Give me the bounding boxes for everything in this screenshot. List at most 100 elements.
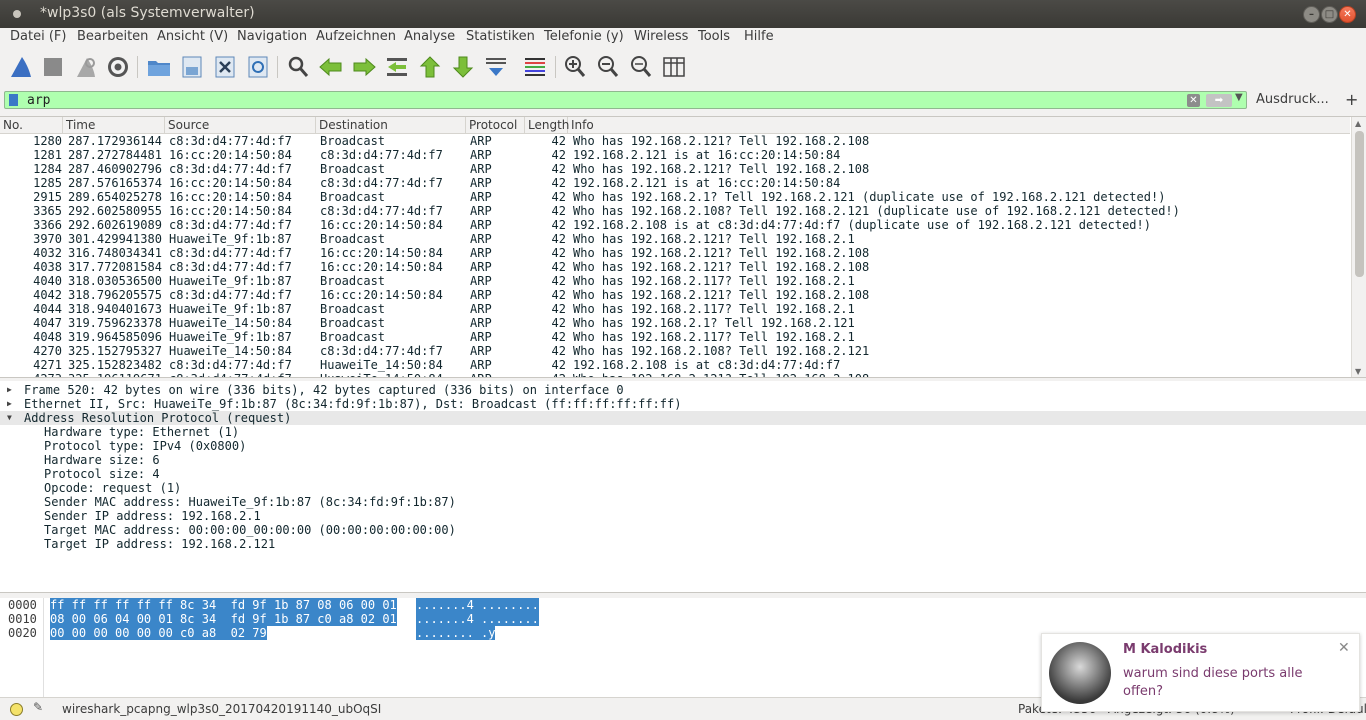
toolbar-separator <box>555 56 556 78</box>
cell-protocol: ARP <box>470 260 492 274</box>
table-row[interactable]: 4270 325.152795327 HuaweiTe_14:50:84 c8:3d:… <box>0 344 1350 358</box>
menu-wireless[interactable]: Wireless <box>634 29 688 44</box>
hex-ascii[interactable]: .......4 ........ <box>416 598 539 612</box>
minimize-icon[interactable]: – <box>1303 6 1320 23</box>
close-window-icon[interactable]: ✕ <box>1339 6 1356 23</box>
menu-hilfe[interactable]: Hilfe <box>744 29 774 44</box>
table-row[interactable]: 1280 287.172936144 c8:3d:d4:77:4d:f7 Broadc… <box>0 134 1350 148</box>
hex-bytes[interactable]: 08 00 06 04 00 01 8c 34 fd 9f 1b 87 c0 a… <box>50 612 397 626</box>
window-menu-icon[interactable] <box>13 10 21 18</box>
table-row[interactable]: 4047 319.759623378 HuaweiTe_14:50:84 Broadc… <box>0 316 1350 330</box>
table-row[interactable]: 4271 325.152823482 c8:3d:d4:77:4d:f7 Huawei… <box>0 358 1350 372</box>
menu-aufzeichnen[interactable]: Aufzeichnen <box>316 29 396 44</box>
collapsed-triangle-icon[interactable]: ▶ <box>7 397 12 411</box>
chat-notification-popup[interactable]: M Kalodikis warum sind diese ports alle … <box>1041 633 1360 712</box>
menu-statistiken[interactable]: Statistiken <box>466 29 535 44</box>
column-header-protocol[interactable]: Protocol <box>466 117 525 134</box>
resize-columns-icon[interactable] <box>661 54 687 80</box>
table-row[interactable]: 1285 287.576165374 16:cc:20:14:50:84 c8:3d:… <box>0 176 1350 190</box>
expression-button[interactable]: Ausdruck... <box>1256 92 1329 107</box>
scroll-down-icon[interactable]: ▼ <box>1355 367 1361 376</box>
table-row[interactable]: 4048 319.964585096 HuaweiTe_9f:1b:87 Broadc… <box>0 330 1350 344</box>
table-row[interactable]: 4032 316.748034341 c8:3d:d4:77:4d:f7 16:cc:… <box>0 246 1350 260</box>
column-header-destination[interactable]: Destination <box>316 117 466 134</box>
menu-navigation[interactable]: Navigation <box>237 29 307 44</box>
add-filter-button-plus-icon[interactable]: + <box>1345 90 1358 109</box>
column-header-no[interactable]: No. <box>0 117 63 134</box>
table-row[interactable]: 1281 287.272784481 16:cc:20:14:50:84 c8:3d:… <box>0 148 1350 162</box>
close-file-icon[interactable] <box>212 54 238 80</box>
hex-bytes[interactable]: ff ff ff ff ff ff 8c 34 fd 9f 1b 87 08 0… <box>50 598 397 612</box>
zoom-in-icon[interactable] <box>562 54 588 80</box>
clear-filter-icon[interactable]: ✕ <box>1187 94 1200 107</box>
column-header-time[interactable]: Time <box>63 117 165 134</box>
cell-no: 4032 <box>33 246 62 260</box>
display-filter-input[interactable]: arp ✕ ➡ ▼ <box>4 91 1247 109</box>
close-notification-icon[interactable]: ✕ <box>1338 640 1350 656</box>
cell-no: 3365 <box>33 204 62 218</box>
hex-ascii[interactable]: .......4 ........ <box>416 612 539 626</box>
go-back-arrow-icon[interactable] <box>318 54 344 80</box>
go-first-icon[interactable] <box>417 54 443 80</box>
table-row[interactable]: 4040 318.030536500 HuaweiTe_9f:1b:87 Broadc… <box>0 274 1350 288</box>
cell-time: 292.602580955 <box>68 204 162 218</box>
filter-history-chevron-down-icon[interactable]: ▼ <box>1235 92 1243 103</box>
menu-telefonie[interactable]: Telefonie (y) <box>544 29 624 44</box>
packet-list-scroll-thumb[interactable] <box>1355 131 1364 277</box>
capture-comment-pencil-icon[interactable]: ✎ <box>33 700 43 714</box>
apply-filter-arrow-icon[interactable]: ➡ <box>1206 94 1232 107</box>
menu-bearbeiten[interactable]: Bearbeiten <box>77 29 148 44</box>
zoom-out-icon[interactable] <box>595 54 621 80</box>
cell-no: 3970 <box>33 232 62 246</box>
stop-square-icon[interactable] <box>40 54 66 80</box>
open-folder-icon[interactable] <box>146 54 172 80</box>
table-row[interactable]: 3365 292.602580955 16:cc:20:14:50:84 c8:3d:… <box>0 204 1350 218</box>
go-forward-arrow-icon[interactable] <box>351 54 377 80</box>
find-magnifier-icon[interactable] <box>285 54 311 80</box>
table-row[interactable]: 4042 318.796205575 c8:3d:d4:77:4d:f7 16:cc:… <box>0 288 1350 302</box>
reload-icon[interactable] <box>245 54 271 80</box>
menu-datei[interactable]: Datei (F) <box>10 29 66 44</box>
cell-no: 4042 <box>33 288 62 302</box>
colorize-icon[interactable] <box>522 54 548 80</box>
collapsed-triangle-icon[interactable]: ▶ <box>7 383 12 397</box>
capture-options-gear-icon[interactable] <box>105 54 131 80</box>
column-header-info[interactable]: Info <box>568 117 1350 134</box>
table-row[interactable]: 3366 292.602619089 c8:3d:d4:77:4d:f7 16:cc:… <box>0 218 1350 232</box>
menu-ansicht[interactable]: Ansicht (V) <box>157 29 228 44</box>
zoom-normal-icon[interactable] <box>628 54 654 80</box>
detail-text: Hardware size: 6 <box>44 453 160 467</box>
table-row[interactable]: 1284 287.460902796 c8:3d:d4:77:4d:f7 Broadc… <box>0 162 1350 176</box>
table-row[interactable]: 4038 317.772081584 c8:3d:d4:77:4d:f7 16:cc:… <box>0 260 1350 274</box>
save-file-icon[interactable] <box>179 54 205 80</box>
expanded-triangle-icon[interactable]: ▼ <box>7 411 12 425</box>
menu-tools[interactable]: Tools <box>698 29 730 44</box>
packet-list-scrollbar[interactable]: ▲ ▼ <box>1351 117 1366 377</box>
table-row[interactable]: 3970 301.429941380 HuaweiTe_9f:1b:87 Broadc… <box>0 232 1350 246</box>
cell-destination: Broadcast <box>320 316 386 330</box>
go-to-packet-icon[interactable] <box>384 54 410 80</box>
scroll-up-icon[interactable]: ▲ <box>1355 119 1361 128</box>
cell-length: 42 <box>551 246 566 260</box>
restart-fin-icon[interactable] <box>73 54 99 80</box>
filter-value[interactable]: arp <box>27 93 50 108</box>
hex-ascii[interactable]: ........ .y <box>416 626 496 640</box>
detail-tree-item[interactable]: ▼ Address Resolution Protocol (request) <box>0 411 1366 425</box>
cell-destination: HuaweiTe_14:50:84 <box>320 358 443 372</box>
expert-info-led-icon[interactable] <box>10 703 23 716</box>
autoscroll-icon[interactable] <box>483 54 509 80</box>
menu-analyse[interactable]: Analyse <box>404 29 455 44</box>
table-row[interactable]: 2915 289.654025278 16:cc:20:14:50:84 Broadc… <box>0 190 1350 204</box>
column-header-source[interactable]: Source <box>165 117 316 134</box>
maximize-icon[interactable]: □ <box>1321 6 1338 23</box>
detail-text: Sender MAC address: HuaweiTe_9f:1b:87 (8… <box>44 495 456 509</box>
filter-bookmark-icon[interactable] <box>9 94 18 106</box>
table-row[interactable]: 4273 325.196119671 c8:3d:d4:77:4d:f7 Huawei… <box>0 372 1350 377</box>
cell-time: 287.576165374 <box>68 176 162 190</box>
table-row[interactable]: 4044 318.940401673 HuaweiTe_9f:1b:87 Broadc… <box>0 302 1350 316</box>
go-last-icon[interactable] <box>450 54 476 80</box>
column-header-length[interactable]: Length <box>525 117 569 134</box>
hex-bytes[interactable]: 00 00 00 00 00 00 c0 a8 02 79 <box>50 626 267 640</box>
cell-length: 42 <box>551 204 566 218</box>
shark-fin-start-icon[interactable] <box>8 54 34 80</box>
